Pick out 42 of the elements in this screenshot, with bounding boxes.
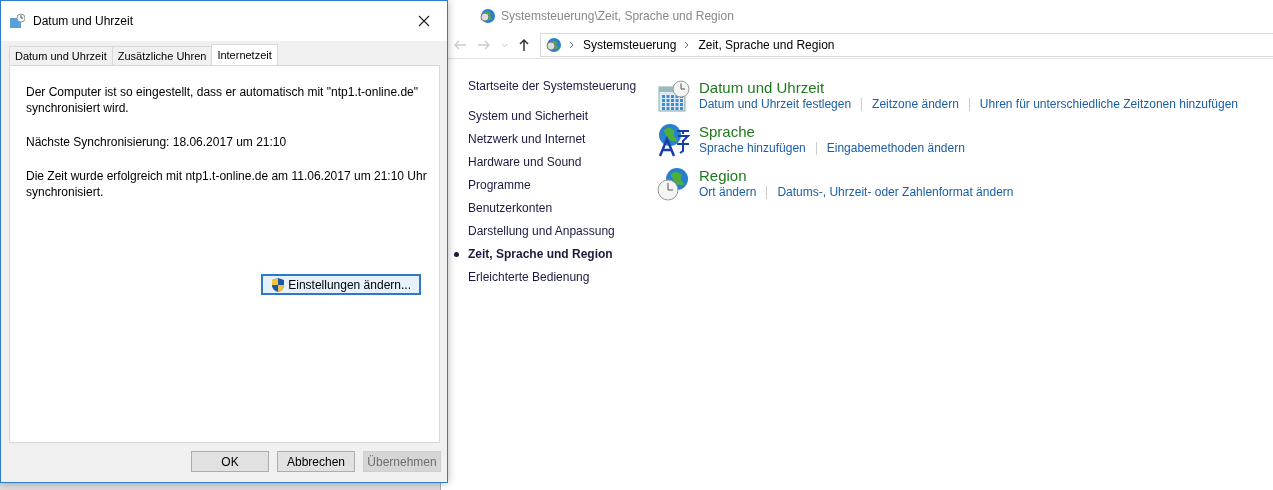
sidebar-item[interactable]: Erleichterte Bedienung — [452, 270, 590, 293]
category-link[interactable]: Uhren für unterschiedliche Zeitzonen hinzufügen — [979, 97, 1238, 111]
dialog-title: Datum und Uhrzeit — [33, 14, 135, 28]
globe-letters-icon — [657, 123, 691, 157]
sidebar-item[interactable]: System und Sicherheit — [452, 109, 589, 132]
tab[interactable]: Datum und Uhrzeit — [9, 46, 113, 65]
info-text: Nächste Synchronisierung: 18.06.2017 um 21:10 — [26, 134, 288, 150]
sidebar-item[interactable]: Netzwerk und Internet — [452, 132, 586, 155]
window-title: Systemsteuerung\Zeit, Sprache und Region — [501, 9, 734, 23]
tab[interactable]: Internetzeit — [211, 44, 278, 65]
calendar-clock-icon — [657, 79, 691, 113]
change-settings-button[interactable]: Einstellungen ändern... — [261, 274, 421, 295]
breadcrumb-item[interactable]: Systemsteuerung — [583, 38, 677, 52]
breadcrumb-item[interactable]: Zeit, Sprache und Region — [698, 38, 835, 52]
dialog-button[interactable]: OK — [191, 451, 269, 472]
category-link[interactable]: Sprache hinzufügen — [699, 141, 806, 155]
sidebar-item[interactable]: Darstellung und Anpassung — [452, 224, 615, 247]
control-panel-icon — [545, 37, 561, 53]
address-bar[interactable]: Systemsteuerung Zeit, Sprache und Region — [540, 33, 1273, 57]
category-link[interactable]: Datums-, Uhrzeit- oder Zahlenformat ändern — [777, 185, 1014, 199]
category-link[interactable]: Eingabemethoden ändern — [826, 141, 965, 155]
control-panel-icon — [479, 8, 495, 24]
category-link[interactable]: Datum und Uhrzeit festlegen — [699, 97, 852, 111]
sidebar-item[interactable]: Programme — [452, 178, 531, 201]
category-link[interactable]: Zeitzone ändern — [872, 97, 959, 111]
category-title[interactable]: Region — [699, 167, 1014, 185]
category-title[interactable]: Datum und Uhrzeit — [699, 79, 1238, 97]
shield-icon — [271, 276, 286, 293]
chevron-icon — [684, 41, 691, 49]
calendar-clock-icon — [9, 13, 25, 29]
chevron-icon — [569, 41, 575, 49]
up-arrow-icon[interactable] — [518, 38, 530, 52]
dialog-button[interactable]: Abbrechen — [277, 451, 355, 472]
sidebar-item[interactable]: Benutzerkonten — [452, 201, 553, 224]
category-title[interactable]: Sprache — [699, 123, 965, 141]
sidebar-item[interactable]: Zeit, Sprache und Region — [452, 247, 613, 270]
category-link[interactable]: Ort ändern — [699, 185, 757, 199]
info-text: Der Computer ist so eingestellt, dass er automatisch mit "ntp1.t-online.de" synchronisiert wird. — [26, 84, 420, 116]
sidebar-home-link[interactable]: Startseite der Systemsteuerung — [468, 79, 657, 93]
sidebar-item[interactable]: Hardware und Sound — [452, 155, 582, 178]
globe-clock-icon — [657, 167, 691, 201]
info-text: Die Zeit wurde erfolgreich mit ntp1.t-online.de am 11.06.2017 um 21:10 Uhr synchronisiert. — [26, 168, 428, 200]
